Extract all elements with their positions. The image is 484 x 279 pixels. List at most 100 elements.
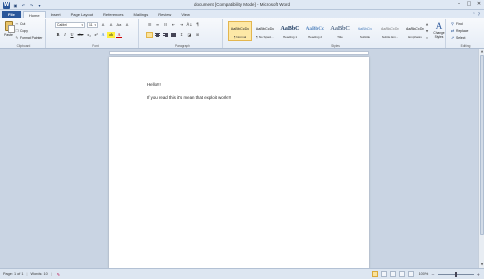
tab-mailings[interactable]: Mailings [129, 11, 154, 18]
cursor-icon: ➚ [451, 35, 455, 40]
text-effects-button[interactable]: A [100, 32, 106, 38]
page-count[interactable]: Page: 1 of 1 [3, 272, 23, 276]
tab-view[interactable]: View [176, 11, 195, 18]
clipboard-group-label: Clipboard [16, 44, 31, 48]
chevron-up-icon[interactable]: ▲ [426, 22, 428, 26]
document-line[interactable]: If you read this it's mean that exploit … [147, 95, 231, 100]
align-right-icon[interactable] [162, 32, 169, 38]
zoom-slider-knob[interactable] [454, 271, 457, 277]
shrink-font-button[interactable]: A [108, 22, 114, 28]
horizontal-ruler[interactable] [109, 51, 369, 55]
shading-icon[interactable]: ◪ [186, 32, 193, 38]
proofing-icon[interactable]: ✎ [57, 272, 60, 277]
print-layout-view-button[interactable] [371, 271, 378, 277]
font-family-select[interactable]: Calibri ▾ [55, 22, 85, 28]
sort-button[interactable]: A↓ [186, 22, 193, 28]
style-no-spacing[interactable]: AaBbCcDc ¶ No Spaci... [253, 21, 277, 41]
style-heading-2[interactable]: AaBbCc Heading 2 [303, 21, 327, 41]
style-subtitle[interactable]: AaBbCcI Subtitle [353, 21, 377, 41]
styles-gallery-scroll[interactable]: ▲ ▼ ▾ [424, 21, 430, 41]
help-icon[interactable]: ? [478, 12, 480, 17]
editing-group-label: Editing [460, 44, 471, 48]
zoom-out-icon[interactable]: − [431, 272, 434, 277]
tab-references[interactable]: References [98, 11, 128, 18]
copy-button[interactable]: ❐ Copy [15, 28, 42, 33]
show-marks-button[interactable]: ¶ [194, 22, 201, 28]
style-heading-1[interactable]: AaBbC Heading 1 [278, 21, 302, 41]
full-screen-reading-view-button[interactable] [380, 271, 387, 277]
draft-view-button[interactable] [407, 271, 414, 277]
font-size-value: 11 [89, 23, 93, 27]
document-line[interactable]: Hello!!! [147, 82, 161, 87]
editing-group: ⚲ Find ⇄ Replace ➚ Select Editing [449, 19, 482, 48]
italic-button[interactable]: I [62, 32, 68, 38]
zoom-level[interactable]: 100% [419, 272, 429, 276]
tab-home[interactable]: Home [22, 11, 46, 18]
ribbon-tabs: File Home Insert Page Layout References … [0, 10, 484, 18]
maximize-button[interactable]: □ [466, 1, 472, 7]
web-layout-view-button[interactable] [389, 271, 396, 277]
font-color-button[interactable]: A [116, 32, 122, 38]
change-case-button[interactable]: Aa [116, 22, 122, 28]
paragraph-group: ☰ ≡ ☷ ⇤ ⇥ A↓ ¶ ↕ ◪ ⊞ Paragraph [143, 19, 223, 48]
highlight-button[interactable]: ab [107, 32, 115, 38]
tab-insert[interactable]: Insert [46, 11, 66, 18]
bold-button[interactable]: B [55, 32, 61, 38]
document-page[interactable]: Hello!!! If you read this it's mean that… [109, 57, 369, 269]
close-button[interactable]: ✕ [476, 1, 482, 7]
paste-button[interactable]: Paste [3, 20, 15, 43]
brush-icon: ✎ [15, 35, 19, 40]
tab-review[interactable]: Review [153, 11, 176, 18]
strikethrough-button[interactable]: abc [76, 32, 85, 38]
format-painter-button[interactable]: ✎ Format Painter [15, 35, 43, 40]
style-name: Subtle Em... [381, 35, 399, 39]
vertical-scrollbar[interactable]: ▲ ▼ [478, 49, 484, 268]
select-button[interactable]: ➚ Select [451, 35, 468, 40]
decrease-indent-icon[interactable]: ⇤ [170, 22, 177, 28]
bullets-icon[interactable]: ☰ [146, 22, 153, 28]
change-styles-button[interactable]: A Change Styles [432, 21, 446, 43]
word-count[interactable]: Words: 10 [30, 272, 47, 276]
zoom-slider[interactable] [437, 271, 474, 277]
scroll-up-icon[interactable]: ▲ [479, 49, 484, 54]
zoom-in-icon[interactable]: + [477, 272, 480, 277]
justify-icon[interactable] [170, 32, 177, 38]
multilevel-list-icon[interactable]: ☷ [162, 22, 169, 28]
replace-button[interactable]: ⇄ Replace [451, 28, 468, 33]
more-styles-icon[interactable]: ▾ [426, 36, 428, 40]
style-name: Title [337, 35, 343, 39]
outline-view-button[interactable] [398, 271, 405, 277]
style-subtle-emphasis[interactable]: AaBbCcDc Subtle Em... [378, 21, 402, 41]
scroll-down-icon[interactable]: ▼ [479, 262, 484, 267]
paragraph-row-top: ☰ ≡ ☷ ⇤ ⇥ A↓ ¶ [146, 22, 201, 28]
clipboard-group: Paste ✂ Cut ❐ Copy ✎ Format Painter Clip… [2, 19, 46, 48]
align-center-icon[interactable] [154, 32, 161, 38]
grow-font-button[interactable]: A [100, 22, 106, 28]
cut-button[interactable]: ✂ Cut [15, 21, 42, 26]
scrollbar-thumb[interactable] [480, 55, 484, 235]
font-row-top: Calibri ▾ 11 ▾ A A Aa A [55, 22, 130, 28]
paragraph-row-bottom: ↕ ◪ ⊞ [146, 32, 201, 38]
find-button[interactable]: ⚲ Find [451, 21, 468, 26]
style-title[interactable]: AaBbC Title [328, 21, 352, 41]
superscript-button[interactable]: x² [93, 32, 99, 38]
borders-icon[interactable]: ⊞ [194, 32, 201, 38]
underline-button[interactable]: U [69, 32, 75, 38]
chevron-down-icon[interactable]: ▼ [426, 29, 428, 33]
font-row-bottom: B I U abc x₂ x² A ab A [55, 32, 122, 38]
line-spacing-icon[interactable]: ↕ [178, 32, 185, 38]
tab-file[interactable]: File [2, 11, 21, 18]
style-normal[interactable]: AaBbCcDc ¶ Normal [228, 21, 252, 41]
minimize-button[interactable]: – [456, 1, 462, 7]
status-bar: Page: 1 of 1 | Words: 10 | ✎ 100% − + [0, 268, 484, 279]
font-size-select[interactable]: 11 ▾ [87, 22, 98, 28]
subscript-button[interactable]: x₂ [86, 32, 92, 38]
align-left-icon[interactable] [146, 32, 153, 38]
numbering-icon[interactable]: ≡ [154, 22, 161, 28]
ribbon: Paste ✂ Cut ❐ Copy ✎ Format Painter Clip… [0, 18, 484, 49]
increase-indent-icon[interactable]: ⇥ [178, 22, 185, 28]
minimize-ribbon-icon[interactable]: ˄ [473, 12, 475, 17]
clear-formatting-button[interactable]: A [124, 22, 130, 28]
style-name: Heading 1 [282, 35, 298, 39]
tab-page-layout[interactable]: Page Layout [66, 11, 98, 18]
